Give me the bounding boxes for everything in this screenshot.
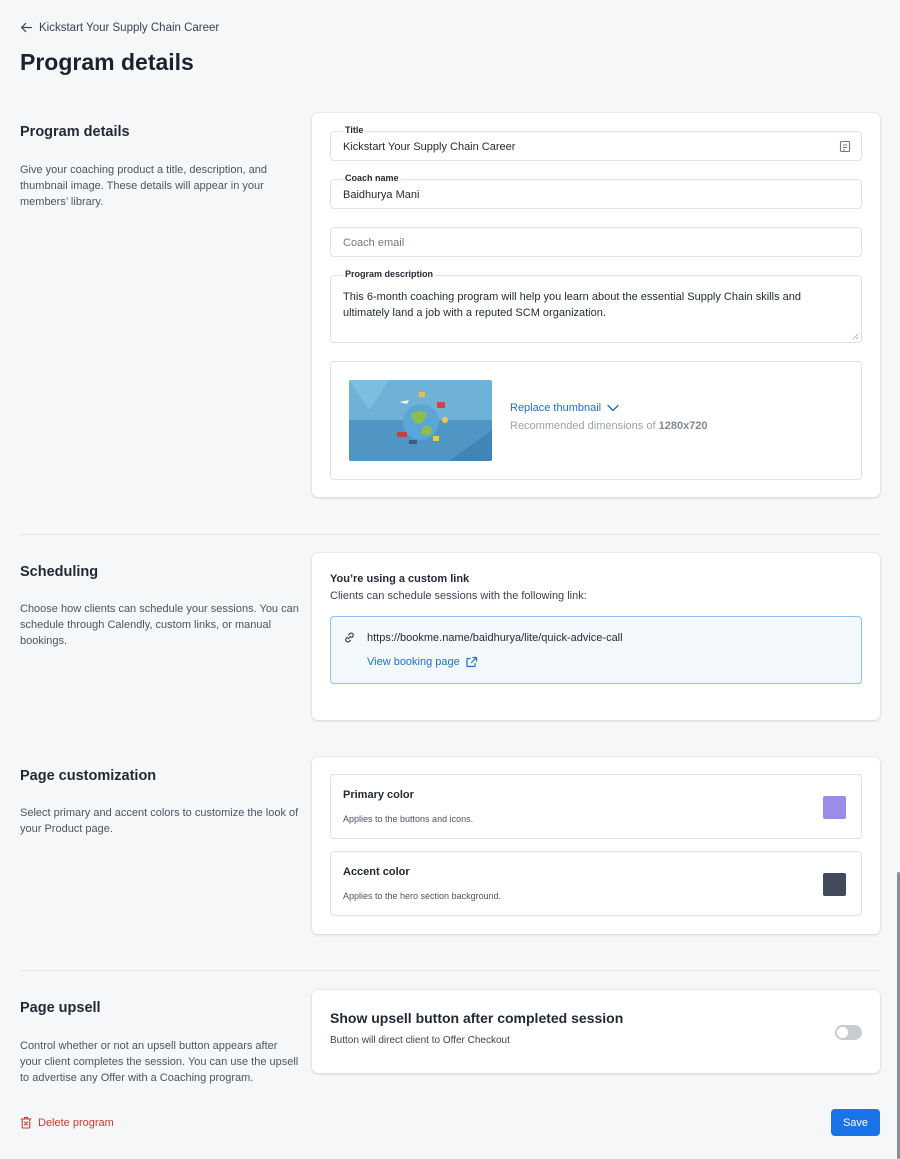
recommended-dimensions: Recommended dimensions of 1280x720 <box>510 420 708 432</box>
upsell-card: Show upsell button after completed sessi… <box>312 990 880 1073</box>
program-description-label: Program description <box>343 269 436 279</box>
section-title-page-upsell: Page upsell <box>20 1000 101 1016</box>
section-desc-page-customization: Select primary and accent colors to cust… <box>20 807 299 835</box>
coach-name-value: Baidhurya Mani <box>343 189 420 201</box>
save-button[interactable]: Save <box>831 1109 880 1136</box>
page-title: Program details <box>20 49 194 75</box>
title-label: Title <box>343 125 366 135</box>
coach-name-label: Coach name <box>343 173 401 183</box>
section-desc-program-details: Give your coaching product a title, desc… <box>20 164 268 208</box>
view-booking-page-link[interactable]: View booking page <box>367 656 478 668</box>
primary-color-title: Primary color <box>343 789 414 801</box>
program-description-value: This 6-month coaching program will help … <box>343 291 801 319</box>
arrow-left-icon <box>21 22 32 33</box>
delete-program-link[interactable]: Delete program <box>20 1116 114 1129</box>
section-desc-scheduling: Choose how clients can schedule your ses… <box>20 603 299 647</box>
booking-link-box: https://bookme.name/baidhurya/lite/quick… <box>330 616 862 684</box>
custom-link-title: You’re using a custom link <box>330 573 470 585</box>
section-title-page-customization: Page customization <box>20 768 157 784</box>
replace-thumbnail-label: Replace thumbnail <box>510 402 602 414</box>
delete-program-label: Delete program <box>38 1116 114 1129</box>
primary-color-swatch[interactable] <box>823 796 846 819</box>
back-link-label: Kickstart Your Supply Chain Career <box>39 21 220 34</box>
upsell-title: Show upsell button after completed sessi… <box>330 1010 624 1026</box>
link-icon <box>345 632 354 643</box>
customization-card: Primary color Applies to the buttons and… <box>312 757 880 934</box>
section-title-scheduling: Scheduling <box>20 564 99 580</box>
section-desc-page-upsell: Control whether or not an upsell button … <box>20 1040 299 1084</box>
title-field[interactable]: Title Kickstart Your Supply Chain Career <box>330 125 862 161</box>
booking-url: https://bookme.name/baidhurya/lite/quick… <box>367 632 623 644</box>
scheduling-card: You’re using a custom link Clients can s… <box>312 553 880 720</box>
program-details-card: Title Kickstart Your Supply Chain Career… <box>312 113 880 497</box>
replace-thumbnail-link[interactable]: Replace thumbnail <box>510 402 619 414</box>
accent-color-title: Accent color <box>343 866 410 878</box>
section-divider <box>20 970 880 971</box>
resize-grip-icon[interactable] <box>852 333 859 340</box>
program-description-field[interactable]: Program description This 6-month coachin… <box>330 269 862 343</box>
accent-color-row[interactable]: Accent color Applies to the hero section… <box>330 851 862 916</box>
coach-email-placeholder: Coach email <box>343 237 405 249</box>
toggle-knob <box>837 1027 848 1038</box>
recommended-prefix: Recommended dimensions of <box>510 420 656 432</box>
view-booking-label: View booking page <box>367 656 460 668</box>
clipboard-icon[interactable] <box>839 140 851 153</box>
primary-color-row[interactable]: Primary color Applies to the buttons and… <box>330 774 862 839</box>
upsell-toggle[interactable] <box>835 1025 862 1040</box>
accent-color-swatch[interactable] <box>823 873 846 896</box>
section-divider <box>20 534 880 535</box>
recommended-value: 1280x720 <box>658 420 708 432</box>
accent-color-desc: Applies to the hero section background. <box>343 891 502 901</box>
thumbnail-image <box>349 380 492 461</box>
section-title-program-details: Program details <box>20 124 130 140</box>
thumbnail-box: Replace thumbnail Recommended dimensions… <box>330 361 862 480</box>
upsell-subtitle: Button will direct client to Offer Check… <box>330 1035 510 1046</box>
title-value: Kickstart Your Supply Chain Career <box>343 141 516 153</box>
primary-color-desc: Applies to the buttons and icons. <box>343 814 474 824</box>
custom-link-subtitle: Clients can schedule sessions with the f… <box>330 590 587 602</box>
trash-icon <box>20 1116 32 1129</box>
chevron-down-icon <box>607 404 619 412</box>
back-link[interactable]: Kickstart Your Supply Chain Career <box>20 21 219 34</box>
external-link-icon <box>466 656 477 668</box>
coach-name-field[interactable]: Coach name Baidhurya Mani <box>330 173 862 209</box>
coach-email-field[interactable]: Coach email <box>330 227 862 257</box>
